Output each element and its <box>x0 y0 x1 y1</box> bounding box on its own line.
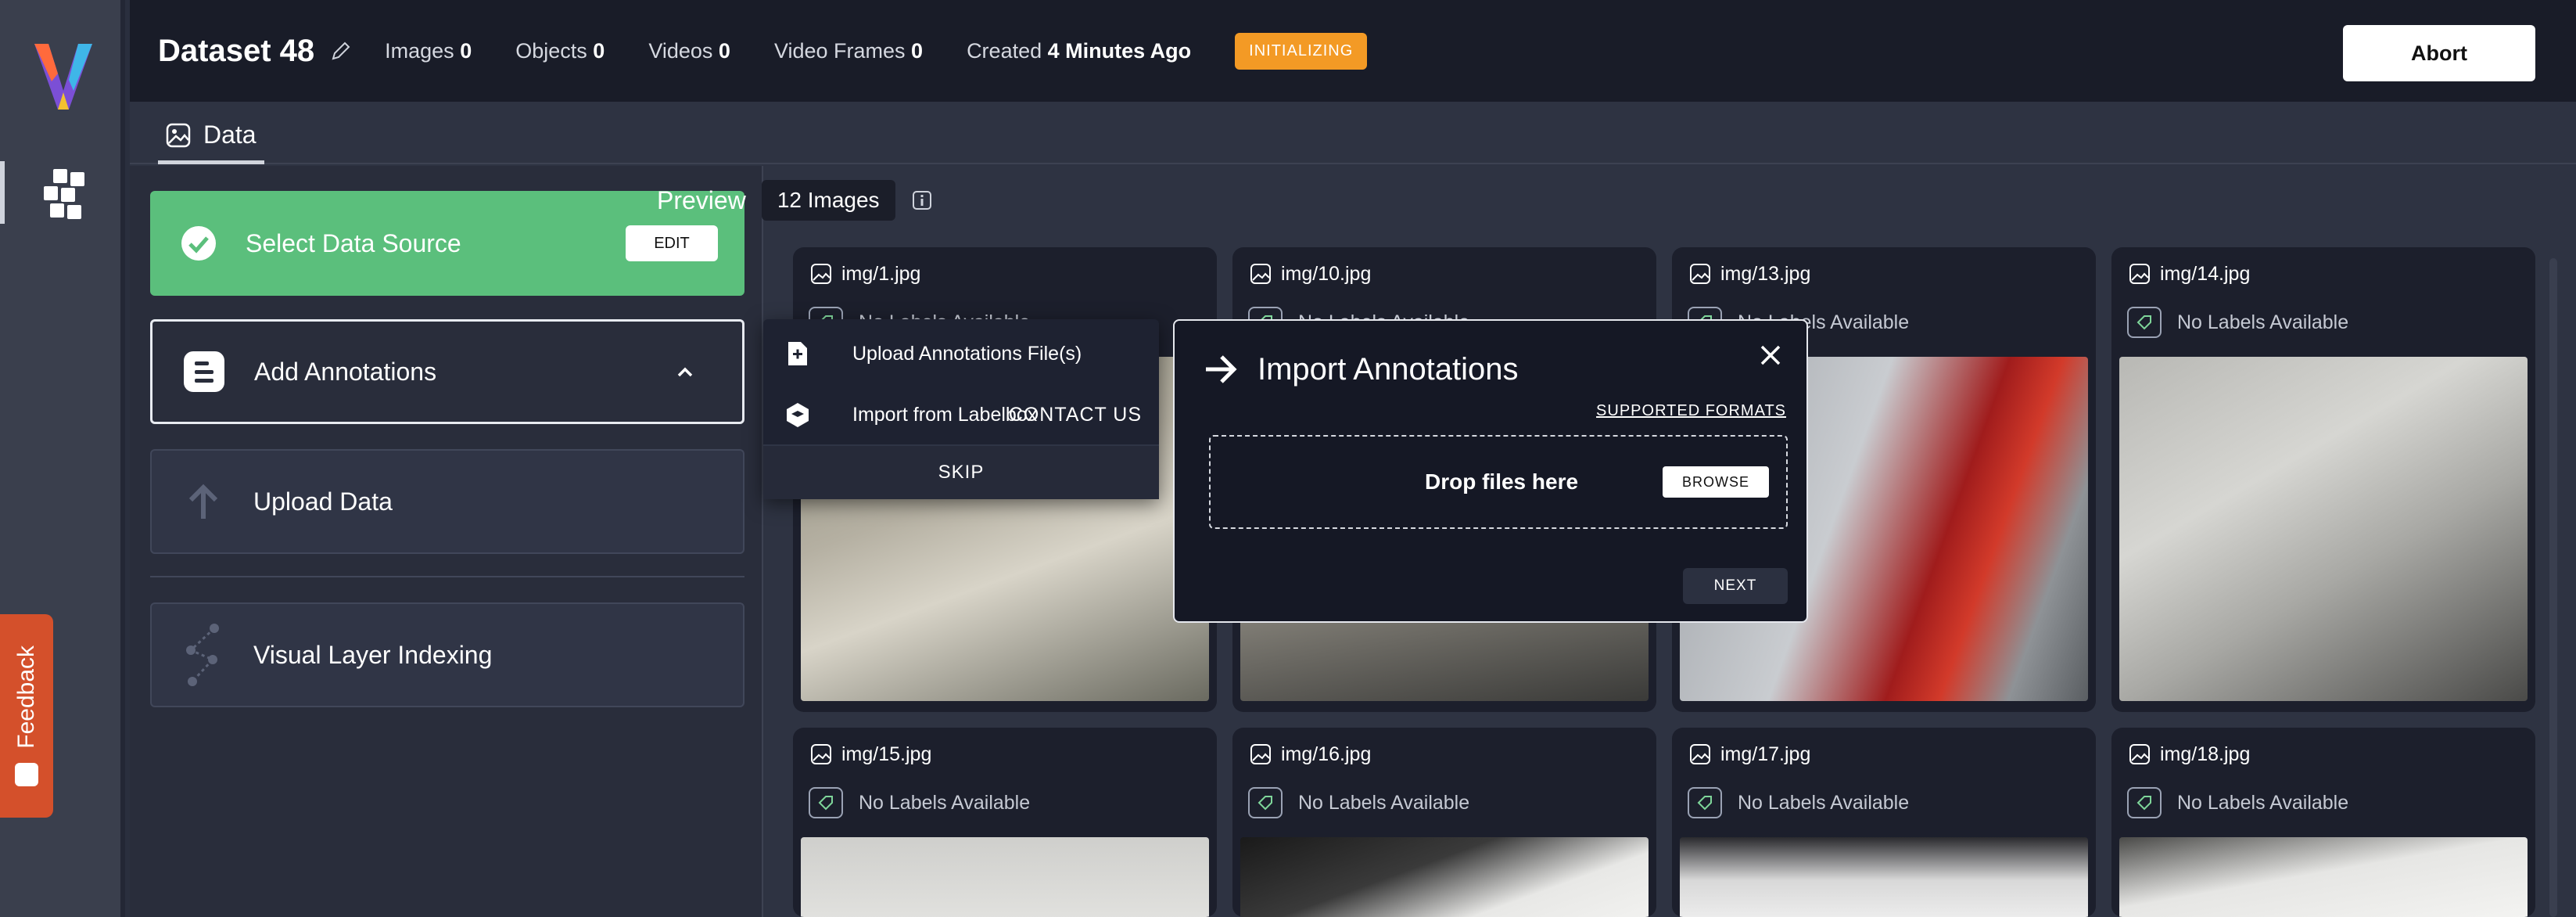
card-label-status: No Labels Available <box>859 792 1031 814</box>
preview-label: Preview <box>657 185 746 214</box>
image-thumbnail <box>1680 837 2088 917</box>
datasets-icon[interactable] <box>41 166 88 221</box>
browse-button[interactable]: BROWSE <box>1663 466 1769 498</box>
supported-formats-link[interactable]: SUPPORTED FORMATS <box>1596 402 1786 420</box>
card-filename: img/17.jpg <box>1720 743 1811 765</box>
steps-panel: Select Data Source EDIT Add Annotations … <box>130 166 763 917</box>
steps-divider <box>150 576 744 577</box>
chevron-up-icon[interactable] <box>672 359 698 386</box>
step-add-annotations-label: Add Annotations <box>254 357 437 386</box>
modal-title: Import Annotations <box>1258 352 1519 387</box>
card-label-status: No Labels Available <box>1738 792 1910 814</box>
header-bar: Dataset 48 Images 0 Objects 0 Videos 0 V… <box>130 0 2576 102</box>
image-thumbnail <box>1240 837 1649 917</box>
drop-files-text: Drop files here <box>1425 469 1579 494</box>
image-card[interactable]: img/14.jpg No Labels Available <box>2111 247 2535 712</box>
check-circle-icon <box>181 226 216 261</box>
image-icon <box>1690 744 1710 764</box>
card-filename: img/18.jpg <box>2160 743 2251 765</box>
tag-icon <box>2127 307 2162 338</box>
menu-item-upload-annotations-label: Upload Annotations File(s) <box>852 342 1082 365</box>
card-filename: img/14.jpg <box>2160 263 2251 285</box>
image-card[interactable]: img/15.jpg No Labels Available <box>793 728 1217 917</box>
step-upload-data[interactable]: Upload Data <box>150 449 744 554</box>
image-thumbnail <box>2119 357 2528 701</box>
preview-scrollbar[interactable] <box>2549 258 2557 917</box>
tab-data[interactable]: Data <box>158 114 264 164</box>
image-icon <box>811 264 831 284</box>
menu-item-upload-annotations[interactable]: Upload Annotations File(s) <box>763 324 1159 383</box>
tag-icon <box>809 787 843 818</box>
app-logo[interactable] <box>34 44 92 110</box>
file-dropzone[interactable]: Drop files here BROWSE <box>1209 435 1788 529</box>
stat-videos: Videos 0 <box>648 38 730 63</box>
dataset-title: Dataset 48 <box>158 33 315 68</box>
pencil-icon[interactable] <box>330 40 352 62</box>
step-select-data-source-label: Select Data Source <box>246 228 461 257</box>
image-thumbnail <box>801 837 1209 917</box>
feedback-button[interactable]: Feedback <box>0 614 53 818</box>
tag-icon <box>2127 787 2162 818</box>
rail-active-indicator <box>0 161 5 224</box>
image-count-chip: 12 Images <box>761 180 895 221</box>
image-icon <box>1250 264 1271 284</box>
file-add-icon <box>788 342 807 365</box>
step-select-data-source[interactable]: Select Data Source EDIT <box>150 191 744 296</box>
image-icon <box>1690 264 1710 284</box>
card-filename: img/10.jpg <box>1281 263 1372 285</box>
contact-us-link[interactable]: CONTACT US <box>1009 404 1142 426</box>
app-rail: Feedback <box>0 0 125 917</box>
next-button[interactable]: NEXT <box>1683 568 1788 604</box>
preview-header: Preview 12 Images <box>657 180 933 221</box>
stat-objects: Objects 0 <box>515 38 605 63</box>
tab-bar: Data <box>130 102 2576 164</box>
skip-button[interactable]: SKIP <box>763 444 1159 499</box>
tab-data-label: Data <box>203 120 257 149</box>
feedback-label: Feedback <box>13 645 39 749</box>
stat-created: Created 4 Minutes Ago <box>967 38 1192 63</box>
card-filename: img/13.jpg <box>1720 263 1811 285</box>
image-icon <box>166 123 191 147</box>
close-icon[interactable] <box>1758 343 1783 368</box>
annotations-dropdown: Upload Annotations File(s) Import from L… <box>763 319 1159 499</box>
card-label-status: No Labels Available <box>1298 792 1470 814</box>
tag-icon <box>1248 787 1283 818</box>
step-visual-layer-indexing-label: Visual Layer Indexing <box>253 640 493 669</box>
image-icon <box>1250 744 1271 764</box>
edit-button[interactable]: EDIT <box>626 225 718 261</box>
card-filename: img/1.jpg <box>841 263 921 285</box>
graph-nodes-icon <box>186 624 219 686</box>
arrow-right-icon <box>1206 355 1237 383</box>
info-icon[interactable] <box>911 189 933 211</box>
card-label-status: No Labels Available <box>2177 792 2349 814</box>
menu-item-import-labelbox[interactable]: Import from Labelbox CONTACT US <box>763 385 1159 444</box>
image-icon <box>811 744 831 764</box>
status-badge: INITIALIZING <box>1235 32 1368 70</box>
step-upload-data-label: Upload Data <box>253 487 393 516</box>
image-icon <box>2129 744 2150 764</box>
document-icon <box>184 351 224 392</box>
image-card[interactable]: img/17.jpg No Labels Available <box>1672 728 2096 917</box>
feedback-icon <box>15 762 38 786</box>
card-filename: img/15.jpg <box>841 743 932 765</box>
stat-video-frames: Video Frames 0 <box>773 38 924 63</box>
stat-images: Images 0 <box>385 38 472 63</box>
image-icon <box>2129 264 2150 284</box>
card-filename: img/16.jpg <box>1281 743 1372 765</box>
step-add-annotations[interactable]: Add Annotations <box>150 319 744 424</box>
image-thumbnail <box>2119 837 2528 917</box>
image-card[interactable]: img/16.jpg No Labels Available <box>1232 728 1656 917</box>
step-visual-layer-indexing[interactable]: Visual Layer Indexing <box>150 602 744 707</box>
abort-button[interactable]: Abort <box>2343 25 2535 81</box>
image-card[interactable]: img/18.jpg No Labels Available <box>2111 728 2535 917</box>
arrow-up-icon <box>188 484 218 519</box>
tag-icon <box>1688 787 1722 818</box>
labelbox-icon <box>787 403 809 427</box>
import-annotations-modal: Import Annotations SUPPORTED FORMATS Dro… <box>1173 319 1808 623</box>
card-label-status: No Labels Available <box>2177 311 2349 333</box>
